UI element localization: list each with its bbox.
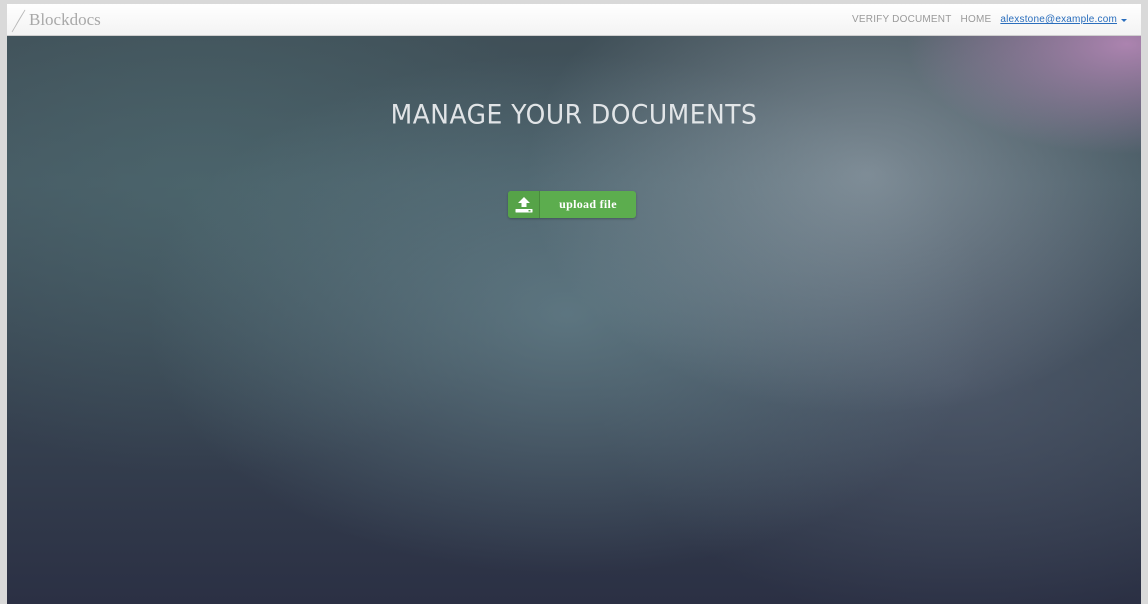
user-menu-dropdown[interactable]: alexstone@example.com bbox=[1000, 14, 1127, 25]
nav-menu: VERIFY DOCUMENT HOME alexstone@example.c… bbox=[843, 14, 1141, 25]
brand[interactable]: Blockdocs bbox=[7, 4, 101, 36]
caret-down-icon bbox=[1121, 18, 1127, 22]
upload-file-button[interactable]: upload file bbox=[508, 191, 636, 218]
feather-logo-icon bbox=[11, 8, 26, 32]
top-navbar: Blockdocs VERIFY DOCUMENT HOME alexstone… bbox=[7, 4, 1141, 36]
nav-link-home[interactable]: HOME bbox=[961, 14, 992, 25]
brand-name: Blockdocs bbox=[29, 9, 101, 29]
page-title: MANAGE YOUR DOCUMENTS bbox=[390, 99, 758, 130]
upload-icon bbox=[508, 191, 540, 218]
nav-link-verify-document[interactable]: VERIFY DOCUMENT bbox=[852, 14, 952, 25]
upload-file-label: upload file bbox=[559, 197, 617, 211]
app-window: Blockdocs VERIFY DOCUMENT HOME alexstone… bbox=[7, 4, 1141, 604]
user-email-link[interactable]: alexstone@example.com bbox=[1000, 14, 1117, 25]
